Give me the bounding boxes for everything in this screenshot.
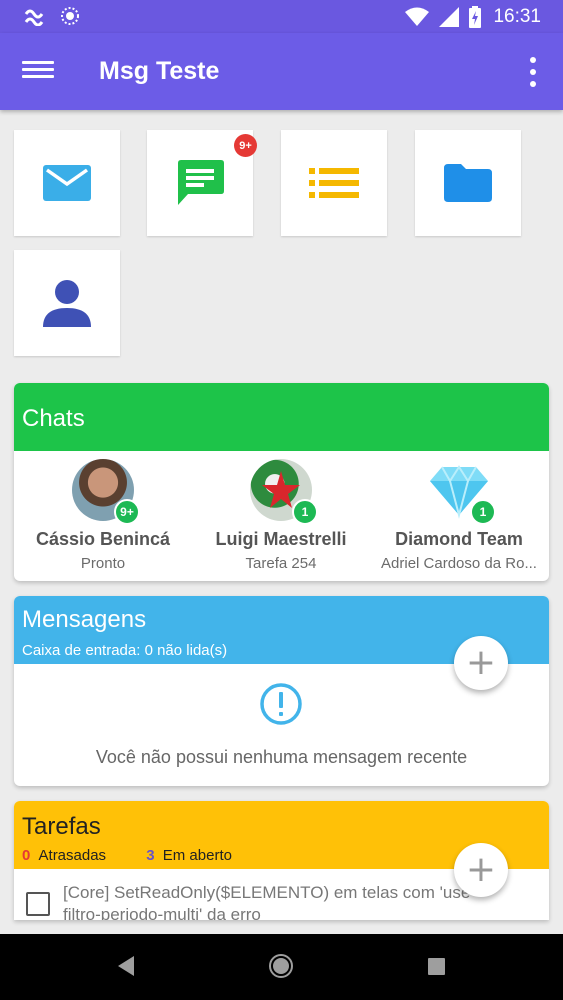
sync-notification-icon (61, 7, 79, 25)
chat-item[interactable]: 1 Luigi Maestrelli Tarefa 254 (192, 451, 370, 572)
tile-contacts[interactable] (14, 250, 120, 356)
battery-charging-icon (469, 6, 481, 28)
add-task-button[interactable]: + (454, 843, 508, 897)
chat-name: Cássio Benincá (35, 529, 171, 549)
folder-icon (444, 164, 492, 202)
mensagens-card: Mensagens Caixa de entrada: 0 não lida(s… (14, 596, 549, 786)
chats-title: Chats (22, 405, 85, 432)
unread-badge: 1 (292, 499, 318, 525)
empty-messages-text: Você não possui nenhuma mensagem recente (95, 747, 468, 767)
avatar: 1 (250, 459, 318, 525)
signal-icon (439, 7, 459, 27)
chat-item[interactable]: 1 Diamond Team Adriel Cardoso da Ro... (370, 451, 548, 572)
task-checkbox[interactable] (26, 892, 50, 916)
chat-subtitle: Adriel Cardoso da Ro... (381, 555, 537, 572)
app-title: Msg Teste (99, 57, 220, 85)
app-bar: Msg Teste (0, 33, 563, 110)
tile-tasks[interactable] (281, 130, 387, 236)
system-navigation-bar (0, 934, 563, 1000)
tile-files[interactable] (415, 130, 521, 236)
plus-icon: + (465, 849, 497, 890)
chat-name: Diamond Team (395, 529, 523, 549)
mail-icon (43, 165, 91, 201)
chat-subtitle: Pronto (80, 555, 126, 572)
app-notification-icon (24, 9, 44, 26)
recents-icon[interactable] (428, 958, 445, 975)
open-count: 3 (146, 847, 155, 864)
mensagens-title: Mensagens (22, 606, 147, 633)
chats-header[interactable]: Chats (14, 383, 549, 451)
messages-badge: 9+ (234, 134, 257, 157)
chats-card: Chats 9+ Cássio Benincá Pronto 1 Luigi M… (14, 383, 549, 581)
avatar: 1 (428, 459, 496, 525)
chat-subtitle: Tarefa 254 (245, 555, 317, 572)
unread-badge: 9+ (114, 499, 140, 525)
status-bar: 16:31 (0, 0, 563, 33)
list-icon (309, 168, 359, 198)
open-label: Em aberto (162, 847, 232, 864)
avatar: 9+ (72, 459, 140, 525)
tarefas-counters: 0 Atrasadas 3 Em aberto (22, 847, 232, 864)
unread-badge: 1 (470, 499, 496, 525)
menu-icon[interactable] (22, 57, 54, 87)
chat-item[interactable]: 9+ Cássio Benincá Pronto (14, 451, 192, 572)
tarefas-title: Tarefas (22, 813, 101, 840)
info-alert-icon (260, 683, 302, 725)
task-text: [Core] SetReadOnly($ELEMENTO) em telas c… (63, 883, 476, 920)
plus-icon: + (465, 642, 497, 683)
tile-email[interactable] (14, 130, 120, 236)
late-count: 0 (22, 847, 31, 864)
mensagens-subtitle: Caixa de entrada: 0 não lida(s) (22, 642, 228, 659)
add-message-button[interactable]: + (454, 636, 508, 690)
person-icon (43, 280, 91, 327)
more-options-icon[interactable] (523, 57, 543, 87)
back-icon[interactable] (116, 954, 136, 978)
tile-messages[interactable]: 9+ (147, 130, 257, 236)
chat-message-icon (178, 160, 224, 205)
clock: 16:31 (493, 6, 541, 27)
late-label: Atrasadas (38, 847, 107, 864)
home-icon[interactable] (268, 953, 294, 979)
wifi-icon (405, 7, 429, 26)
chat-name: Luigi Maestrelli (215, 529, 347, 549)
